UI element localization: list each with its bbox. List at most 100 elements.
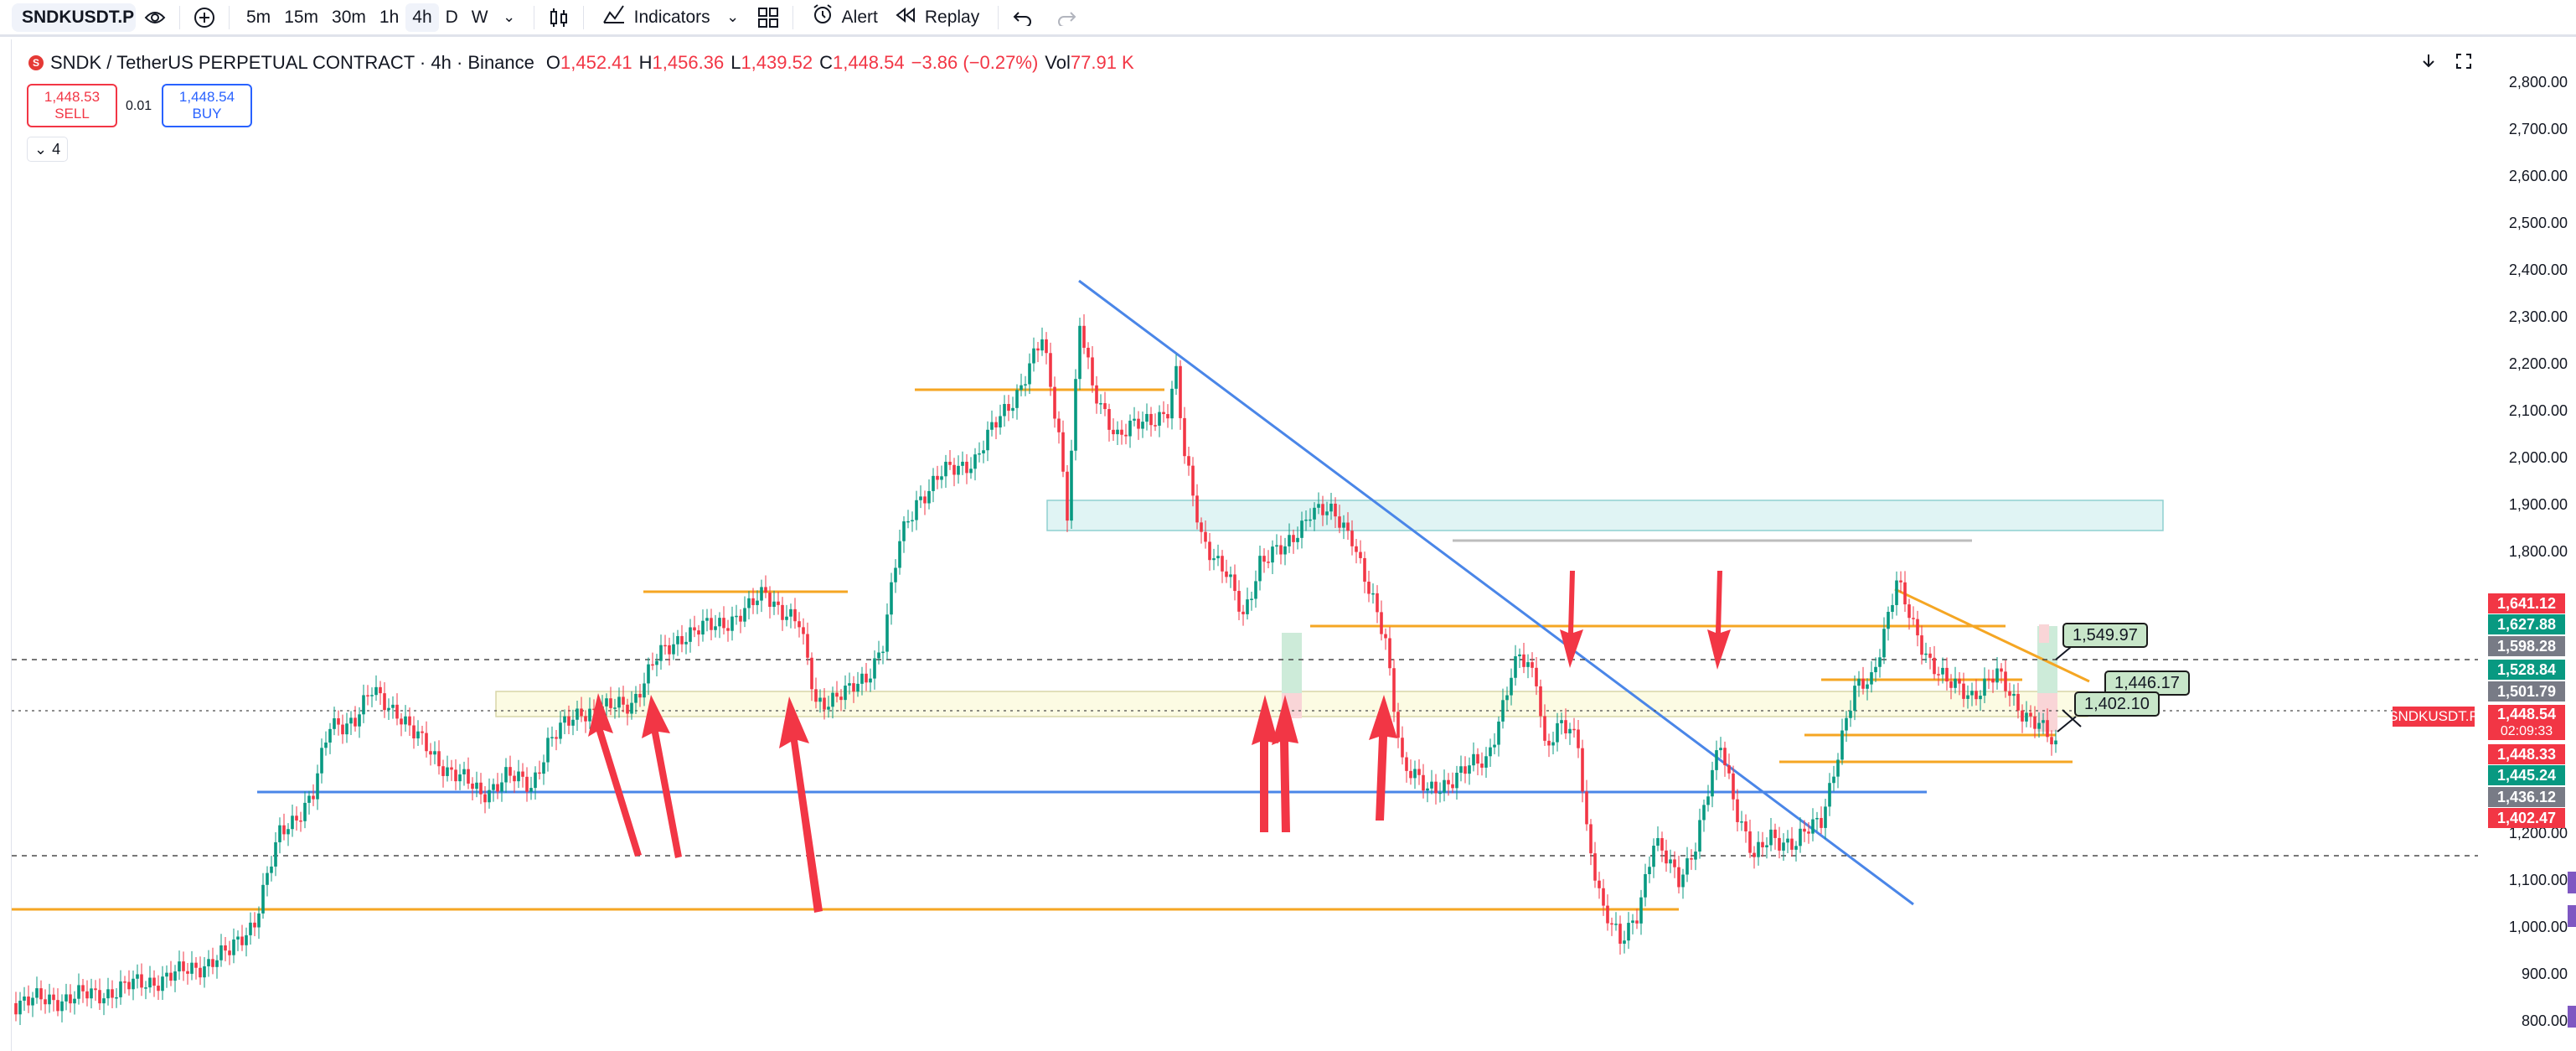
candle-body bbox=[1484, 756, 1488, 768]
candle-body bbox=[1040, 339, 1044, 351]
candle-body bbox=[437, 751, 441, 767]
interval-30m[interactable]: 30m bbox=[325, 3, 373, 32]
candle-body bbox=[1053, 386, 1056, 419]
candle-body bbox=[324, 742, 328, 748]
price-callout-1[interactable]: 1,549.97 bbox=[2062, 623, 2148, 648]
indicator-count: 4 bbox=[52, 140, 61, 158]
candle-body bbox=[31, 997, 34, 1006]
candle-body bbox=[1342, 522, 1345, 528]
candle-body bbox=[1087, 347, 1090, 358]
candle-body bbox=[1275, 545, 1278, 547]
candle-body bbox=[772, 601, 776, 608]
candle-body bbox=[693, 627, 696, 631]
orange-levels[interactable] bbox=[12, 388, 2090, 911]
price-chart[interactable] bbox=[12, 39, 2478, 1051]
candle-body bbox=[194, 962, 198, 968]
layout-grid-icon[interactable] bbox=[754, 3, 782, 32]
candle-body bbox=[1371, 593, 1375, 595]
candle-body bbox=[684, 641, 688, 645]
candle-body bbox=[90, 988, 93, 999]
candlestick-type-icon[interactable] bbox=[545, 3, 573, 32]
price-tick: 2,800.00 bbox=[2508, 74, 2568, 91]
candle-body bbox=[1338, 516, 1341, 528]
candle-body bbox=[1137, 418, 1140, 429]
candle-body bbox=[1878, 657, 1882, 667]
legend-title[interactable]: SNDK / TetherUS PERPETUAL CONTRACT · 4h … bbox=[50, 52, 534, 74]
candle-body bbox=[2042, 720, 2045, 723]
candle-body bbox=[576, 708, 579, 720]
interval-w[interactable]: W bbox=[465, 3, 495, 32]
interval-d[interactable]: D bbox=[439, 3, 465, 32]
supply-zone[interactable] bbox=[1046, 500, 2164, 531]
candle-body bbox=[1673, 859, 1676, 867]
candle-body bbox=[1309, 519, 1312, 521]
replay-button[interactable]: Replay bbox=[886, 3, 988, 32]
long-position-zone[interactable] bbox=[1282, 633, 1302, 693]
undo-icon[interactable] bbox=[1009, 3, 1037, 32]
spread-value: 0.01 bbox=[126, 99, 152, 113]
candle-body bbox=[1317, 504, 1320, 508]
chart-pane[interactable] bbox=[12, 39, 2478, 1051]
indicators-icon bbox=[602, 4, 626, 30]
add-symbol-icon[interactable] bbox=[190, 3, 219, 32]
candle-body bbox=[1949, 681, 1953, 688]
candle-body bbox=[1480, 764, 1484, 768]
candle-body bbox=[1334, 503, 1337, 517]
symbol-search[interactable]: SNDKUSDT.P bbox=[12, 3, 136, 32]
chevron-down-icon[interactable]: ⌄ bbox=[495, 3, 524, 32]
candle-body bbox=[479, 782, 483, 795]
candle-body bbox=[471, 783, 474, 790]
candle-body bbox=[379, 686, 382, 694]
indicators-button[interactable]: Indicators bbox=[594, 3, 719, 32]
interval-15m[interactable]: 15m bbox=[277, 3, 325, 32]
candle-body bbox=[1631, 920, 1634, 924]
interval-5m[interactable]: 5m bbox=[240, 3, 277, 32]
buy-button[interactable]: 1,448.54 BUY bbox=[162, 84, 252, 127]
price-tag: 1,528.84 bbox=[2488, 660, 2565, 680]
sell-button[interactable]: 1,448.53 SELL bbox=[27, 84, 117, 127]
candle-body bbox=[1116, 429, 1119, 435]
candle-body bbox=[1015, 390, 1019, 408]
candle-body bbox=[1124, 434, 1128, 437]
candle-body bbox=[1438, 792, 1442, 795]
candle-body bbox=[1907, 604, 1911, 619]
arrow-down-icon[interactable] bbox=[2419, 52, 2438, 75]
candle-body bbox=[370, 695, 374, 696]
eye-icon[interactable] bbox=[141, 3, 169, 32]
candle-body bbox=[1669, 859, 1672, 864]
interval-1h[interactable]: 1h bbox=[373, 3, 405, 32]
candle-body bbox=[1221, 556, 1224, 572]
candle-body bbox=[2029, 712, 2032, 717]
candle-body bbox=[475, 782, 478, 790]
candle-body bbox=[2033, 716, 2037, 729]
candle-body bbox=[199, 967, 202, 978]
interval-4h[interactable]: 4h bbox=[405, 3, 439, 32]
trendline-blue[interactable] bbox=[1078, 279, 1914, 906]
candle-body bbox=[1648, 867, 1651, 874]
stop-zone-3[interactable] bbox=[2039, 624, 2049, 643]
divider bbox=[582, 5, 584, 29]
candle-body bbox=[1706, 796, 1710, 805]
candle-body bbox=[1723, 748, 1727, 766]
candle-body bbox=[1937, 674, 1940, 676]
price-callout-3[interactable]: 1,402.10 bbox=[2074, 691, 2160, 717]
price-scale[interactable]: 2,800.00 2,700.00 2,600.00 2,500.00 2,40… bbox=[2478, 39, 2576, 1051]
candle-body bbox=[1133, 418, 1136, 421]
candle-body bbox=[14, 1003, 18, 1015]
redo-icon[interactable] bbox=[1052, 3, 1081, 32]
candle-body bbox=[1011, 407, 1014, 412]
candle-body bbox=[1350, 531, 1354, 546]
candle-body bbox=[777, 601, 780, 605]
fullscreen-icon[interactable] bbox=[2455, 52, 2473, 75]
alert-button[interactable]: Alert bbox=[803, 3, 886, 32]
candle-body bbox=[1916, 619, 1919, 636]
candle-body bbox=[454, 769, 457, 782]
candle-body bbox=[102, 998, 106, 1004]
volume-value: 77.91 K bbox=[1070, 52, 1134, 73]
candle-body bbox=[203, 966, 206, 978]
indicator-list-toggle[interactable]: ⌄ 4 bbox=[27, 137, 69, 162]
chevron-down-icon[interactable]: ⌄ bbox=[719, 3, 747, 32]
candle-body bbox=[1677, 867, 1680, 888]
candle-body bbox=[1585, 791, 1588, 825]
price-tick: 1,900.00 bbox=[2508, 496, 2568, 513]
